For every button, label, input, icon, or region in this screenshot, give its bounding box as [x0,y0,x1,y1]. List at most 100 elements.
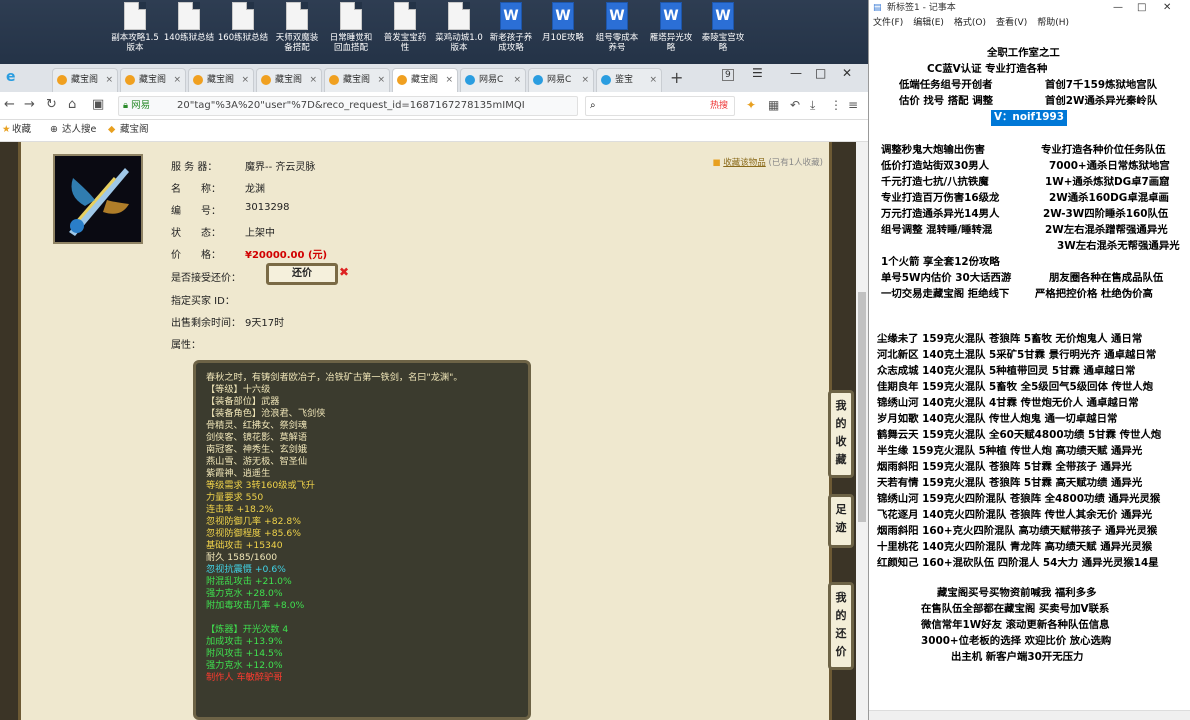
desktop-icon[interactable]: W 组号零成本 养号 [588,2,646,53]
footprint-button[interactable]: 足迹 [828,494,854,548]
notepad-horizontal-scrollbar[interactable] [869,710,1190,720]
scrollbar-thumb[interactable] [858,292,866,522]
bookmark-favorites[interactable]: 收藏 [12,120,31,140]
browser-tab[interactable]: 藏宝阁 × [256,68,322,92]
item-thumbnail [53,154,143,244]
bargain-button[interactable]: 还价 [266,263,338,285]
browser-tab[interactable]: 藏宝阁 × [324,68,390,92]
notepad-close-button[interactable]: ✕ [1163,0,1171,16]
description-line: 春秋之时，有铸剑者欧冶子，冶铁矿古第一铁剑，名曰"龙渊"。 [206,372,463,383]
desktop-icon[interactable]: 普发宝宝药 性 [376,2,434,53]
home-icon[interactable]: ⌂ [68,97,76,112]
desktop-icon[interactable]: W 月10E攻略 [534,2,592,43]
side-button-char: 还 [835,627,847,640]
tab-close-icon[interactable]: × [309,69,317,91]
tab-close-icon[interactable]: × [105,69,113,91]
notepad-line: 2W通杀160DG卓混卓画 [1049,192,1169,204]
close-button[interactable]: ✕ [842,66,852,80]
tab-close-icon[interactable]: × [173,69,181,91]
browser-tab[interactable]: 网易C × [528,68,594,92]
description-line: 骨精灵、红拂女、祭剑魂 [206,420,308,431]
favorite-icon: ■ [712,158,721,168]
desktop-icon[interactable]: 日常睡觉和 回血搭配 [322,2,380,53]
download-icon[interactable]: ⤓ [810,98,815,113]
description-line: 强力克水 +12.0% [206,660,283,671]
undo-icon[interactable]: ↶ [790,98,800,112]
desktop-icon-label: 新老孩子养 成攻略 [489,33,533,53]
minimize-button[interactable]: — [790,66,802,80]
tab-close-icon[interactable]: × [445,69,453,91]
notepad-line: 锦绣山河 140克火混队 4甘霖 传世炮无价人 通卓越日常 [877,397,1139,409]
tab-close-icon[interactable]: × [581,69,589,91]
my-favorites-button[interactable]: 我的收藏 [828,390,854,478]
back-icon[interactable]: ← [4,97,15,112]
tab-close-icon[interactable]: × [649,69,657,91]
description-line: 忽视抗震慑 +0.6% [206,564,286,575]
my-bargain-button[interactable]: 我的还价 [828,582,854,670]
notepad-menu-item[interactable]: 帮助(H) [1037,18,1069,28]
browser-tab[interactable]: 藏宝阁 × [188,68,254,92]
menu-icon[interactable]: ≡ [848,98,858,112]
maximize-button[interactable]: □ [815,66,826,80]
refresh-icon[interactable]: ↻ [46,97,57,112]
tab-label: 网易C [479,75,504,85]
browser-tab[interactable]: 藏宝阁 × [120,68,186,92]
tab-label: 藏宝阁 [275,75,303,85]
desktop-icon[interactable]: 天师双魔装 备搭配 [268,2,326,53]
notepad-line: 十里桃花 140克火四阶混队 青龙阵 高功绩天赋 通异光灵猴 [877,541,1153,553]
notepad-menu-item[interactable]: 编辑(E) [913,18,944,28]
browser-tab[interactable]: 藏宝阁 × [52,68,118,92]
desktop-icon[interactable]: W 秦陵宝宫攻 略 [694,2,752,53]
new-tab-button[interactable]: + [670,68,683,87]
attr-label: 属性： [171,340,201,351]
notepad-menu-item[interactable]: 格式(O) [954,18,986,28]
tab-label: 鉴宝 [615,75,634,85]
tab-close-icon[interactable]: × [377,69,385,91]
bookmark-daren[interactable]: 达人搜e [62,120,96,140]
description-line: 忽视防御程度 +85.6% [206,528,301,539]
desktop-icon[interactable]: 菜鸡动城1.0 版本 [430,2,488,53]
desktop-icon[interactable]: 140练狱总结 [160,2,218,43]
notepad-maximize-button[interactable]: □ [1137,0,1146,16]
description-line: 【装备部位】武器 [206,396,280,407]
browser-tab[interactable]: 网易C × [460,68,526,92]
word-document-icon: W [606,2,628,30]
notepad-menu-item[interactable]: 文件(F) [873,18,903,28]
favorite-label[interactable]: 收藏该物品 [723,158,766,168]
side-button-char: 藏 [835,453,847,466]
desktop-icon-label: 菜鸡动城1.0 版本 [435,33,483,53]
notepad-line: 微信常年1W好友 滚动更新各种队伍信息 [921,619,1110,631]
close-icon[interactable]: ✖ [339,265,349,279]
browser-tab[interactable]: 鉴宝 × [596,68,662,92]
notepad-line: 首创7千159炼狱地宫队 [1045,79,1158,91]
browser-logo-icon[interactable]: e [6,69,16,85]
desktop-icon[interactable]: W 新老孩子养 成攻略 [482,2,540,53]
notepad-line: 岁月如歌 140克火混队 传世人炮鬼 通一切卓越日常 [877,413,1118,425]
tab-close-icon[interactable]: × [513,69,521,91]
window-menu-icon[interactable]: ☰ [752,66,763,80]
tools-icon[interactable]: ⋮ [830,98,842,112]
apps-icon[interactable]: ▦ [768,98,779,112]
page-scrollbar[interactable] [856,142,868,720]
tab-count-badge[interactable]: 9 [722,69,734,81]
forward-icon[interactable]: → [24,97,35,112]
desktop-icon-label: 日常睡觉和 回血搭配 [329,33,373,53]
desktop-icon[interactable]: W 雁塔异光攻 略 [642,2,700,53]
buyer-label: 指定买家 ID： [171,296,235,307]
bookmark-cbg[interactable]: 藏宝阁 [120,120,149,140]
tab-favicon-icon [125,75,135,85]
hot-search-label[interactable]: 热搜 [710,97,728,115]
extension-icon[interactable]: ✦ [746,98,756,112]
side-button-char: 迹 [835,521,847,534]
notepad-text-area[interactable]: 全职工作室之工 CC蓝V认证 专业打造各种 低端任务组号开创者 首创7千159炼狱地宫… [869,34,1190,710]
desktop-icon[interactable]: 副本攻略1.5 版本 [106,2,164,53]
shopping-icon[interactable]: ▣ [92,97,104,112]
search-input[interactable]: ⌕ 热搜 [585,96,735,116]
desktop-icon[interactable]: 160练狱总结 [214,2,272,43]
browser-tab[interactable]: 藏宝阁 × [392,68,458,92]
url-input[interactable]: 🔒︎ 网易 20"tag"%3A%20"user"%7D&reco_reques… [118,96,578,116]
notepad-minimize-button[interactable]: — [1113,0,1123,16]
tab-close-icon[interactable]: × [241,69,249,91]
notepad-menu-item[interactable]: 查看(V) [996,18,1027,28]
favorite-link[interactable]: ■ 收藏该物品 (已有1人收藏) [713,156,824,168]
